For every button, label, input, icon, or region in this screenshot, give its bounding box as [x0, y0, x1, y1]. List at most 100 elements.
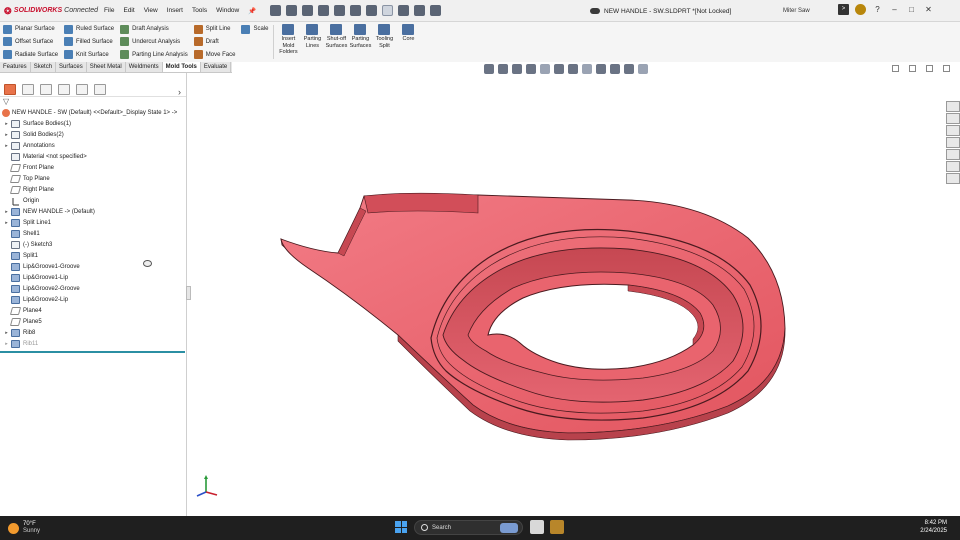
filter-icon[interactable]: ▽ — [0, 97, 186, 107]
expand-arrow-icon[interactable]: ▸ — [2, 330, 11, 336]
tree-item[interactable]: ▸ Split Line1 — [2, 217, 186, 228]
tree-item[interactable]: Plane5 — [2, 316, 186, 327]
maximize-icon[interactable]: □ — [906, 4, 917, 15]
parting-surfaces-button[interactable]: Parting Surfaces — [348, 22, 372, 62]
parting-line-analysis-button[interactable]: Parting Line Analysis — [120, 49, 188, 61]
close-icon[interactable]: ✕ — [923, 4, 934, 15]
custom-properties-icon[interactable] — [946, 161, 960, 172]
terminal-icon[interactable]: > — [838, 4, 849, 15]
display-manager-tab-icon[interactable] — [94, 84, 106, 95]
tree-item[interactable]: ▸ Rib11 — [2, 338, 186, 349]
menu-insert[interactable]: Insert — [167, 7, 183, 15]
crosshair-tab-icon[interactable] — [76, 84, 88, 95]
undo-icon[interactable] — [350, 5, 362, 16]
new-document-icon[interactable] — [286, 5, 298, 16]
help-icon[interactable]: ? — [872, 4, 883, 15]
design-library-icon[interactable] — [946, 113, 960, 124]
restore-icon[interactable] — [892, 65, 899, 72]
planar-surface-button[interactable]: Planar Surface — [3, 23, 58, 35]
undercut-analysis-button[interactable]: Undercut Analysis — [120, 36, 188, 48]
graphics-area[interactable] — [188, 73, 948, 516]
tree-item[interactable]: Right Plane — [2, 184, 186, 195]
tree-root[interactable]: NEW HANDLE - SW (Default) <<Default>_Dis… — [0, 107, 186, 118]
feature-manager-tab-icon[interactable] — [4, 84, 16, 95]
expand-arrow-icon[interactable]: ▸ — [2, 121, 11, 127]
appearances-icon[interactable] — [946, 149, 960, 160]
taskbar-search[interactable]: Search — [414, 520, 523, 535]
chevron-right-icon[interactable]: › — [178, 87, 181, 97]
draft-analysis-button[interactable]: Draft Analysis — [120, 23, 188, 35]
tree-item[interactable]: Lip&Groove2-Lip — [2, 294, 186, 305]
expand-arrow-icon[interactable]: ▸ — [2, 143, 11, 149]
tree-item[interactable]: ▸ Annotations — [2, 140, 186, 151]
windows-start-icon[interactable] — [395, 521, 407, 533]
scale-button[interactable]: Scale — [241, 23, 268, 35]
tree-item[interactable]: Material <not specified> — [2, 151, 186, 162]
file-explorer-icon[interactable] — [946, 125, 960, 136]
file-properties-icon[interactable] — [414, 5, 426, 16]
command-search[interactable]: Miter Saw — [783, 5, 833, 17]
tree-item[interactable]: Front Plane — [2, 162, 186, 173]
knit-surface-button[interactable]: Knit Surface — [64, 49, 114, 61]
model-view[interactable] — [188, 73, 948, 516]
core-button[interactable]: Core — [396, 22, 420, 62]
menu-edit[interactable]: Edit — [123, 7, 134, 15]
print-icon[interactable] — [334, 5, 346, 16]
expand-arrow-icon[interactable]: ▸ — [2, 341, 11, 347]
menu-view[interactable]: View — [144, 7, 158, 15]
tree-item[interactable]: Split1 — [2, 250, 186, 261]
minimize-icon[interactable]: – — [889, 4, 900, 15]
tab-evaluate[interactable]: Evaluate — [201, 62, 232, 72]
file-explorer-taskbar-icon[interactable] — [530, 520, 544, 534]
tab-weldments[interactable]: Weldments — [126, 62, 163, 72]
tree-item[interactable]: Shell1 — [2, 228, 186, 239]
open-icon[interactable] — [302, 5, 314, 16]
tab-features[interactable]: Features — [0, 62, 31, 72]
tile-icon[interactable] — [926, 65, 933, 72]
tree-item[interactable]: Origin — [2, 195, 186, 206]
configuration-manager-tab-icon[interactable] — [40, 84, 52, 95]
tab-sheet-metal[interactable]: Sheet Metal — [87, 62, 126, 72]
tree-item[interactable]: Top Plane — [2, 173, 186, 184]
handle-model[interactable] — [280, 192, 786, 441]
system-clock[interactable]: 8:42 PM 2/24/2025 — [920, 519, 947, 535]
expand-arrow-icon[interactable]: ▸ — [2, 220, 11, 226]
tree-item[interactable]: ▸ Rib8 — [2, 327, 186, 338]
property-manager-tab-icon[interactable] — [22, 84, 34, 95]
tree-item[interactable]: (-) Sketch3 — [2, 239, 186, 250]
split-line-button[interactable]: Split Line — [193, 23, 236, 35]
tooling-split-button[interactable]: Tooling Split — [372, 22, 396, 62]
home-icon[interactable] — [270, 5, 282, 16]
offset-surface-button[interactable]: Offset Surface — [3, 36, 58, 48]
redo-icon[interactable] — [366, 5, 378, 16]
shut-off-surfaces-button[interactable]: Shut-off Surfaces — [324, 22, 348, 62]
filled-surface-button[interactable]: Filled Surface — [64, 36, 114, 48]
tree-item[interactable]: ▸ NEW HANDLE -> (Default) — [2, 206, 186, 217]
minimize-doc-icon[interactable] — [909, 65, 916, 72]
parting-lines-button[interactable]: Parting Lines — [300, 22, 324, 62]
rebuild-icon[interactable] — [398, 5, 410, 16]
move-face-button[interactable]: Move Face — [193, 49, 235, 61]
toolbox-icon[interactable] — [946, 173, 960, 184]
dimxpert-tab-icon[interactable] — [58, 84, 70, 95]
menu-window[interactable]: Window — [216, 7, 239, 15]
view-palette-icon[interactable] — [946, 137, 960, 148]
expand-arrow-icon[interactable]: ▸ — [2, 132, 11, 138]
ruled-surface-button[interactable]: Ruled Surface — [64, 23, 114, 35]
menu-file[interactable]: File — [104, 7, 114, 15]
expand-arrow-icon[interactable]: ▸ — [2, 209, 11, 215]
solidworks-resources-icon[interactable] — [946, 101, 960, 112]
tree-item[interactable]: ▸ Solid Bodies(2) — [2, 129, 186, 140]
save-icon[interactable] — [318, 5, 330, 16]
avatar[interactable] — [855, 4, 866, 15]
radiate-surface-button[interactable]: Radiate Surface — [3, 49, 58, 61]
tree-item[interactable]: Lip&Groove1-Groove — [2, 261, 186, 272]
tab-sketch[interactable]: Sketch — [31, 62, 57, 72]
tree-item[interactable]: Plane4 — [2, 305, 186, 316]
menu-tools[interactable]: Tools — [192, 7, 207, 15]
insert-mold-folders-button[interactable]: Insert Mold Folders — [276, 22, 300, 62]
solidworks-taskbar-icon[interactable] — [550, 520, 564, 534]
pin-icon[interactable]: 📌 — [248, 7, 256, 15]
draft-button[interactable]: Draft — [193, 36, 236, 48]
solidworks-logo[interactable]: ❂ SOLIDWORKS Connected — [0, 6, 98, 16]
